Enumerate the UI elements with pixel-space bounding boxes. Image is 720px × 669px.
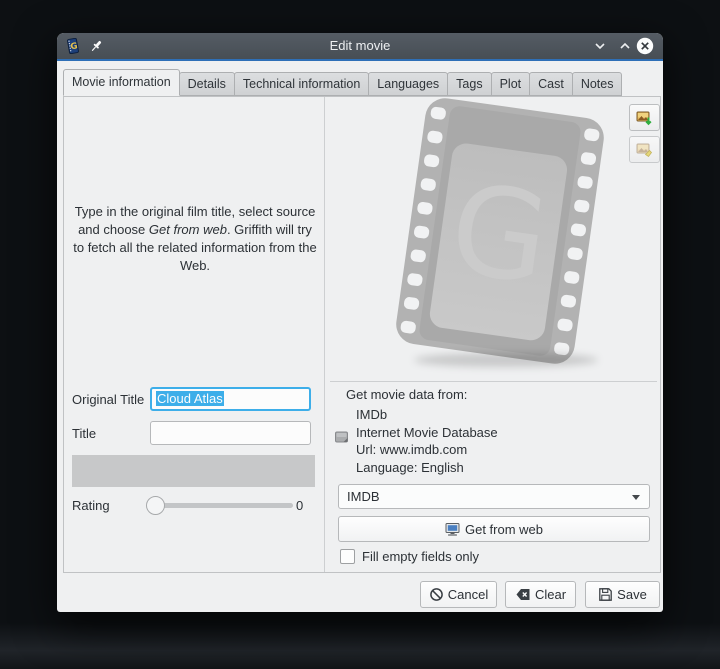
fill-empty-fields-label: Fill empty fields only [362,549,479,564]
tab-plot[interactable]: Plot [491,72,531,96]
rating-label: Rating [72,498,110,513]
clear-label: Clear [535,587,566,602]
rating-slider-handle[interactable] [146,496,165,515]
tab-movie-information[interactable]: Movie information [63,69,180,96]
cancel-button[interactable]: Cancel [420,581,497,608]
edit-movie-dialog: G Edit movie [57,33,663,612]
cancel-icon [429,587,444,602]
titlebar[interactable]: G Edit movie [57,33,663,59]
save-label: Save [617,587,647,602]
source-description: Internet Movie Database [356,424,646,442]
clear-button[interactable]: Clear [505,581,576,608]
add-image-icon [636,109,653,126]
titlebar-accent-line [57,59,663,61]
source-page-icon [334,430,350,445]
right-panel-separator [330,381,657,382]
watermark-letter: G [442,157,557,313]
title-label: Title [72,426,96,441]
source-header: Get movie data from: [346,387,467,402]
chevron-down-icon[interactable] [593,39,607,53]
rating-value: 0 [296,498,303,513]
filmstrip-shadow [414,353,598,367]
fill-empty-fields-row: Fill empty fields only [340,549,479,564]
computer-icon [445,522,461,537]
get-from-web-label: Get from web [465,522,543,537]
get-from-web-button[interactable]: Get from web [338,516,650,542]
fill-empty-fields-checkbox[interactable] [340,549,355,564]
cancel-label: Cancel [448,587,488,602]
source-select[interactable]: IMDB [338,484,650,509]
rating-slider[interactable] [149,503,293,508]
chevron-down-icon [632,495,640,500]
source-info-block: IMDb Internet Movie Database Url: www.im… [356,406,646,476]
source-name: IMDb [356,406,646,424]
clear-image-icon [636,141,653,158]
griffith-filmstrip-watermark: G [383,92,616,369]
tab-bar: Movie information Details Technical info… [63,69,621,96]
movie-information-panel: Type in the original film title, select … [63,96,661,573]
desktop-background [0,623,720,669]
save-icon [598,587,613,602]
original-title-label: Original Title [72,392,144,407]
chevron-up-icon[interactable] [618,39,632,53]
panel-divider [324,97,325,572]
original-title-input[interactable]: Cloud Atlas [150,387,311,411]
backspace-icon [515,587,531,602]
window-title: Edit movie [57,33,663,59]
source-language: Language: English [356,459,646,477]
rating-image-placeholder [72,455,315,487]
instruction-italic: Get from web [149,222,227,237]
source-url: Url: www.imdb.com [356,441,646,459]
tab-details[interactable]: Details [179,72,235,96]
title-input[interactable] [150,421,311,445]
tab-languages[interactable]: Languages [368,72,448,96]
clear-image-button[interactable] [629,136,660,163]
tab-tags[interactable]: Tags [447,72,491,96]
add-image-button[interactable] [629,104,660,131]
save-button[interactable]: Save [585,581,660,608]
tab-technical-information[interactable]: Technical information [234,72,369,96]
close-icon[interactable] [636,37,654,55]
source-select-value: IMDB [347,489,380,504]
selected-text: Cloud Atlas [156,391,224,406]
tab-cast[interactable]: Cast [529,72,573,96]
instruction-text: Type in the original film title, select … [73,203,317,275]
tab-notes[interactable]: Notes [572,72,623,96]
